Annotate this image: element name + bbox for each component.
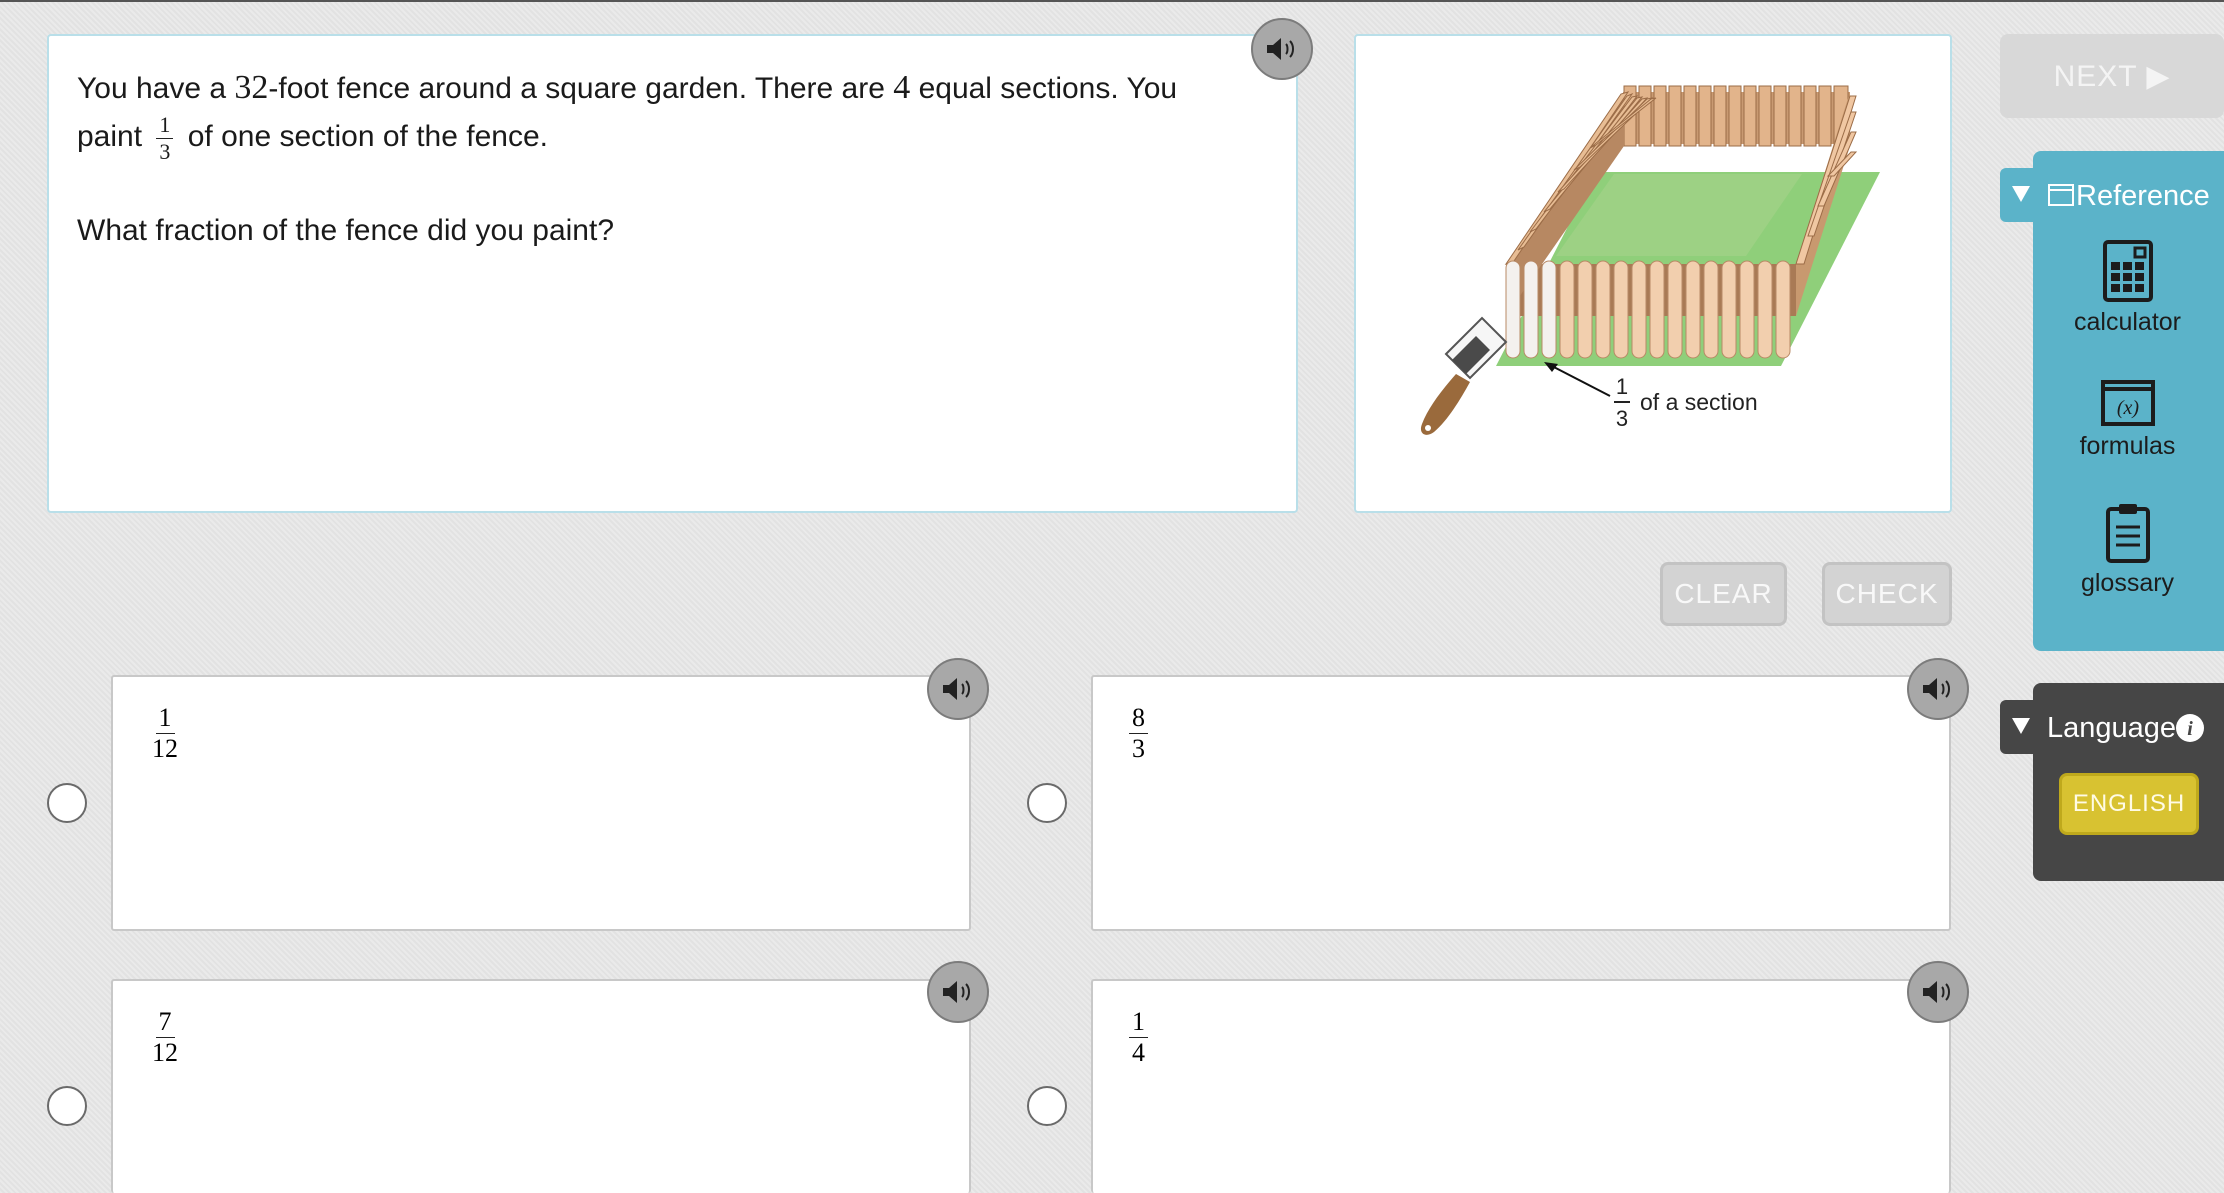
fence-length: 32 — [234, 69, 269, 106]
glossary-tool[interactable]: glossary — [2040, 503, 2215, 598]
svg-text:(x): (x) — [2116, 397, 2139, 419]
choice-a-card[interactable]: 1 12 — [111, 675, 971, 931]
formulas-label: formulas — [2079, 432, 2176, 460]
choice-c-radio[interactable] — [47, 1086, 87, 1126]
fraction-denominator: 3 — [159, 138, 171, 164]
section-count: 4 — [893, 69, 911, 106]
question-panel: You have a 32-foot fence around a square… — [47, 34, 1298, 513]
fraction-numerator: 8 — [1129, 705, 1148, 734]
question-audio-button[interactable] — [1251, 18, 1313, 80]
paintbrush-icon — [1420, 316, 1508, 435]
choice-d-card[interactable]: 14 — [1091, 979, 1951, 1193]
svg-text:i: i — [2187, 718, 2193, 740]
choice-d-audio-button[interactable] — [1907, 961, 1969, 1023]
choice-b-fraction: 83 — [1129, 705, 1148, 762]
figure-label-numerator: 1 — [1616, 374, 1628, 399]
formulas-tool[interactable]: (x) formulas — [2040, 380, 2215, 461]
question-text-part: equal sections. You — [910, 72, 1178, 105]
fraction-numerator: 7 — [155, 1009, 175, 1038]
question-text-part: of one section of the fence. — [179, 120, 548, 153]
next-button[interactable]: NEXT ▶ — [2000, 34, 2224, 118]
info-icon[interactable]: i — [2175, 713, 2205, 743]
fraction-denominator: 4 — [1132, 1038, 1145, 1067]
english-language-button[interactable]: ENGLISH — [2059, 773, 2199, 835]
speaker-icon — [1923, 678, 1950, 700]
speaker-icon — [943, 981, 970, 1003]
triangle-down-icon — [2012, 186, 2030, 202]
fence-illustration: 1 3 of a section — [1420, 85, 1880, 435]
question-text: You have a 32-foot fence around a square… — [77, 64, 1268, 163]
choice-c-audio-button[interactable] — [927, 961, 989, 1023]
clear-button[interactable]: CLEAR — [1660, 562, 1787, 626]
figure-label-denominator: 3 — [1616, 406, 1628, 431]
glossary-icon — [2105, 504, 2150, 563]
question-text-part: paint — [77, 120, 151, 153]
formulas-icon: (x) — [2100, 380, 2155, 426]
glossary-label: glossary — [2080, 569, 2175, 597]
fence-image-panel: 1 3 of a section — [1354, 34, 1952, 513]
choice-a-fraction: 1 12 — [149, 705, 181, 762]
question-text-part: You have a — [77, 72, 235, 105]
choice-b-card[interactable]: 83 — [1091, 675, 1951, 931]
fraction-denominator: 12 — [152, 1038, 178, 1067]
choice-b-radio[interactable] — [1027, 783, 1067, 823]
choice-a-radio[interactable] — [47, 783, 87, 823]
choice-c-card[interactable]: 7 12 — [111, 979, 971, 1193]
fraction-numerator: 1 — [1129, 1009, 1148, 1038]
check-button[interactable]: CHECK — [1822, 562, 1952, 626]
question-prompt: What fraction of the fence did you paint… — [77, 213, 614, 247]
figure-label-text: of a section — [1640, 389, 1758, 415]
paint-fraction: 13 — [156, 113, 174, 164]
choice-a-audio-button[interactable] — [927, 658, 989, 720]
calculator-label: calculator — [2074, 308, 2181, 336]
fraction-denominator: 3 — [1132, 734, 1145, 763]
calculator-tool[interactable]: calculator — [2040, 240, 2215, 337]
speaker-icon — [1923, 981, 1950, 1003]
fraction-numerator: 1 — [156, 113, 174, 139]
speaker-icon — [1267, 38, 1294, 60]
choice-c-fraction: 7 12 — [149, 1009, 181, 1066]
fraction-numerator: 1 — [155, 705, 175, 734]
choice-d-fraction: 14 — [1129, 1009, 1148, 1066]
choice-b-audio-button[interactable] — [1907, 658, 1969, 720]
triangle-down-icon — [2012, 718, 2030, 734]
top-border — [0, 0, 2224, 2]
question-text-part: -foot fence around a square garden. Ther… — [268, 72, 894, 105]
fraction-denominator: 12 — [152, 734, 178, 763]
choice-d-radio[interactable] — [1027, 1086, 1067, 1126]
calculator-icon — [2102, 240, 2153, 302]
reference-title[interactable]: Reference — [2076, 180, 2210, 213]
speaker-icon — [943, 678, 970, 700]
language-title: Language — [2047, 712, 2177, 744]
reference-window-icon — [2048, 184, 2074, 206]
